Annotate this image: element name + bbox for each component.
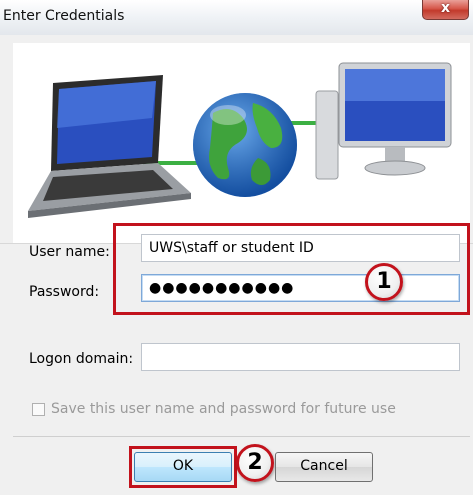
- step-1-callout: 1: [365, 263, 403, 301]
- desktop-computer-icon: [315, 62, 452, 180]
- title-bar: Enter Credentials x: [0, 0, 473, 35]
- domain-field[interactable]: [141, 343, 460, 371]
- save-credentials-checkbox[interactable]: [32, 403, 45, 416]
- cancel-button[interactable]: Cancel: [275, 452, 373, 482]
- save-credentials-label: Save this user name and password for fut…: [51, 401, 396, 417]
- highlight-box-ok: [129, 446, 237, 488]
- username-label: User name:: [29, 244, 110, 260]
- window-title: Enter Credentials: [3, 8, 125, 24]
- password-label: Password:: [29, 284, 100, 300]
- network-banner: [13, 43, 470, 243]
- laptop-icon: [28, 75, 191, 218]
- highlight-box-credentials: [113, 223, 470, 315]
- globe-icon: [193, 93, 297, 197]
- close-button[interactable]: x: [422, 0, 469, 20]
- button-separator: [13, 436, 470, 437]
- close-icon: x: [440, 0, 451, 16]
- step-2-callout: 2: [236, 444, 274, 482]
- domain-label: Logon domain:: [29, 351, 134, 367]
